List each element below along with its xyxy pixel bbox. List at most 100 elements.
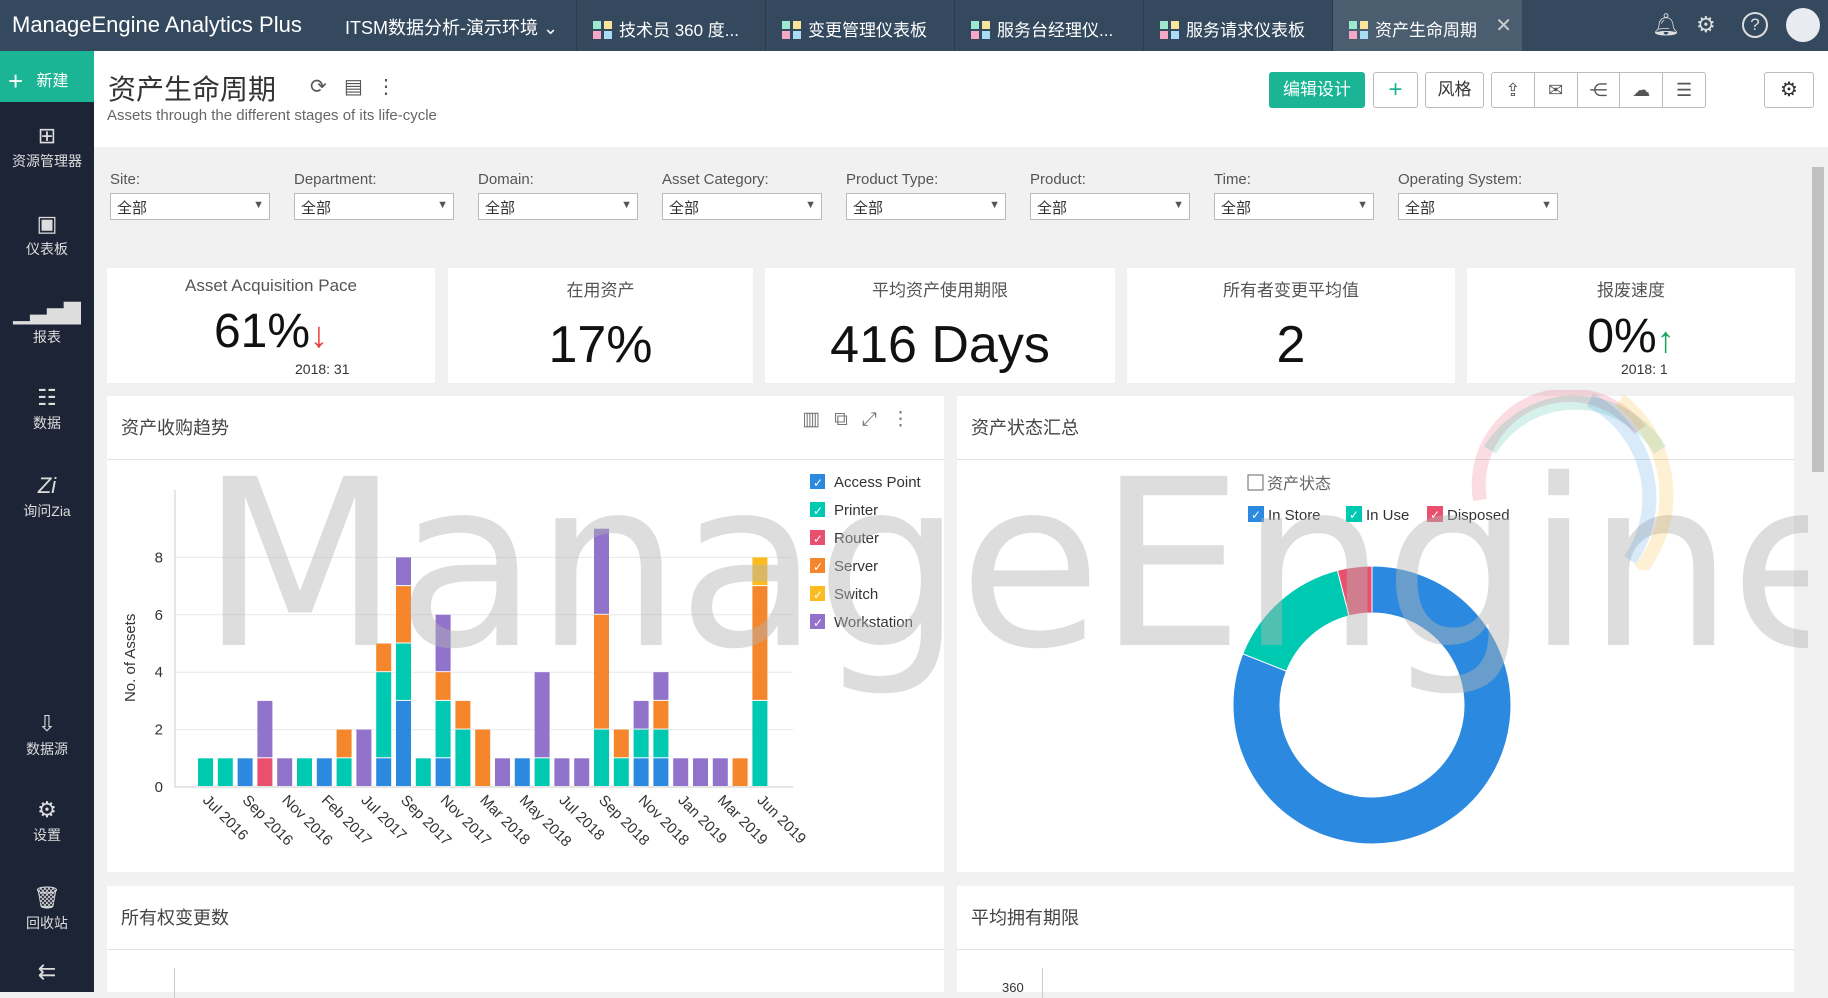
- bar-segment-server[interactable]: [594, 614, 609, 729]
- filter-select[interactable]: 全部 ▼: [846, 193, 1006, 220]
- bar-segment-server[interactable]: [653, 700, 669, 729]
- collapse-sidebar-icon[interactable]: ⇇: [0, 959, 94, 985]
- bell-icon[interactable]: 🔔︎: [1652, 12, 1680, 38]
- avatar[interactable]: [1786, 8, 1820, 42]
- bar-segment-workstation[interactable]: [554, 758, 570, 786]
- style-button[interactable]: 风格: [1425, 72, 1484, 108]
- more-icon[interactable]: ⋮: [376, 74, 396, 99]
- bar-segment-workstation[interactable]: [653, 672, 669, 700]
- bar-segment-printer[interactable]: [455, 729, 471, 786]
- bar-segment-printer[interactable]: [415, 758, 431, 786]
- close-tab-icon[interactable]: ✕: [1495, 13, 1512, 38]
- tab-service-desk-manager[interactable]: 服务台经理仪...: [954, 0, 1143, 51]
- bar-segment-workstation[interactable]: [673, 758, 689, 786]
- bar-segment-printer[interactable]: [376, 672, 392, 758]
- filter-select[interactable]: 全部 ▼: [1214, 193, 1374, 220]
- bar-segment-printer[interactable]: [653, 729, 669, 758]
- legend-label[interactable]: Disposed: [1447, 507, 1510, 524]
- filter-select[interactable]: 全部 ▼: [1030, 193, 1190, 220]
- legend-label[interactable]: Printer: [834, 502, 878, 519]
- sidebar-item-data[interactable]: ☷ 数据: [0, 385, 94, 433]
- bar-segment-access-point[interactable]: [396, 700, 411, 786]
- bar-segment-access-point[interactable]: [633, 758, 649, 786]
- comment-icon[interactable]: ☰: [1663, 73, 1705, 107]
- bar-segment-printer[interactable]: [336, 758, 352, 786]
- bar-segment-access-point[interactable]: [514, 758, 530, 786]
- bar-segment-server[interactable]: [435, 672, 451, 700]
- bar-segment-printer[interactable]: [633, 729, 649, 758]
- filter-select[interactable]: 全部 ▼: [294, 193, 454, 220]
- save-icon[interactable]: ▤: [344, 74, 363, 99]
- bar-segment-workstation[interactable]: [396, 557, 411, 586]
- legend-label[interactable]: In Store: [1268, 507, 1321, 524]
- app-logo[interactable]: ManageEngine Analytics Plus: [12, 12, 302, 38]
- bar-segment-access-point[interactable]: [376, 758, 392, 786]
- bar-segment-workstation[interactable]: [277, 758, 293, 786]
- bar-segment-server[interactable]: [752, 586, 768, 700]
- filter-select[interactable]: 全部 ▼: [478, 193, 638, 220]
- bar-segment-workstation[interactable]: [693, 758, 708, 786]
- sidebar-item-explorer[interactable]: ⊞ 资源管理器: [0, 123, 94, 171]
- bar-segment-access-point[interactable]: [237, 758, 253, 786]
- bar-segment-workstation[interactable]: [534, 672, 550, 758]
- donut-slice-in-use[interactable]: [1242, 569, 1350, 672]
- bar-segment-printer[interactable]: [534, 758, 550, 786]
- bar-segment-workstation[interactable]: [356, 729, 372, 786]
- bar-segment-workstation[interactable]: [633, 700, 649, 729]
- new-button[interactable]: + 新建: [0, 51, 94, 102]
- bar-segment-switch[interactable]: [752, 557, 768, 586]
- bar-segment-workstation[interactable]: [712, 758, 728, 786]
- refresh-icon[interactable]: ⟳: [310, 74, 327, 99]
- filter-select[interactable]: 全部 ▼: [110, 193, 270, 220]
- bar-segment-printer[interactable]: [435, 700, 451, 758]
- sidebar-item-datasource[interactable]: ⇩ 数据源: [0, 711, 94, 759]
- bar-segment-printer[interactable]: [396, 643, 411, 700]
- sidebar-item-reports[interactable]: ▁▃▅▇ 报表: [0, 299, 94, 347]
- sidebar-item-settings[interactable]: ⚙ 设置: [0, 797, 94, 845]
- legend-label[interactable]: Server: [834, 558, 878, 575]
- tab-asset-lifecycle[interactable]: 资产生命周期 ✕: [1332, 0, 1522, 51]
- bar-segment-printer[interactable]: [297, 758, 312, 786]
- scrollbar-thumb[interactable]: [1812, 167, 1824, 472]
- bar-segment-printer[interactable]: [217, 758, 233, 786]
- bar-segment-server[interactable]: [376, 643, 392, 672]
- bar-segment-workstation[interactable]: [574, 758, 590, 786]
- tab-technician-360[interactable]: 技术员 360 度...: [576, 0, 765, 51]
- workspace-dropdown[interactable]: ITSM数据分析-演示环境 ⌄: [345, 14, 558, 40]
- sidebar-item-ask-zia[interactable]: Zi 询问Zia: [0, 473, 94, 521]
- gear-icon[interactable]: ⚙: [1696, 12, 1716, 38]
- sidebar-item-trash[interactable]: 🗑︎ 回收站: [0, 885, 94, 933]
- bar-segment-access-point[interactable]: [316, 758, 332, 786]
- legend-label[interactable]: Access Point: [834, 474, 922, 491]
- bar-segment-server[interactable]: [455, 700, 471, 729]
- bar-segment-workstation[interactable]: [435, 614, 451, 672]
- legend-label[interactable]: Router: [834, 530, 879, 547]
- email-icon[interactable]: ✉: [1535, 73, 1578, 107]
- bar-segment-printer[interactable]: [613, 758, 629, 786]
- settings-button[interactable]: ⚙: [1764, 72, 1814, 108]
- export-icon[interactable]: ⇪: [1492, 73, 1535, 107]
- bar-segment-server[interactable]: [475, 729, 491, 786]
- legend-title-checkbox[interactable]: [1247, 474, 1264, 491]
- share-icon[interactable]: ⋲: [1578, 73, 1621, 107]
- bar-segment-workstation[interactable]: [495, 758, 510, 786]
- legend-label[interactable]: Switch: [834, 586, 878, 603]
- tab-service-request[interactable]: 服务请求仪表板: [1143, 0, 1332, 51]
- bar-segment-access-point[interactable]: [653, 758, 669, 786]
- bar-segment-router[interactable]: [257, 758, 273, 786]
- filter-select[interactable]: 全部 ▼: [1398, 193, 1558, 220]
- bar-segment-printer[interactable]: [594, 729, 609, 786]
- cloud-upload-icon[interactable]: ☁: [1620, 73, 1664, 107]
- bar-segment-access-point[interactable]: [435, 758, 451, 786]
- sidebar-item-dashboard[interactable]: ▣ 仪表板: [0, 211, 94, 259]
- bar-segment-server[interactable]: [613, 729, 629, 758]
- bar-segment-server[interactable]: [336, 729, 352, 758]
- bar-segment-printer[interactable]: [752, 700, 768, 786]
- add-widget-button[interactable]: +: [1373, 72, 1418, 108]
- edit-design-button[interactable]: 编辑设计: [1269, 72, 1365, 108]
- legend-label[interactable]: In Use: [1366, 507, 1409, 524]
- bar-segment-server[interactable]: [732, 758, 748, 786]
- bar-segment-workstation[interactable]: [257, 700, 273, 758]
- help-icon[interactable]: ?: [1742, 12, 1768, 38]
- bar-segment-server[interactable]: [396, 586, 411, 643]
